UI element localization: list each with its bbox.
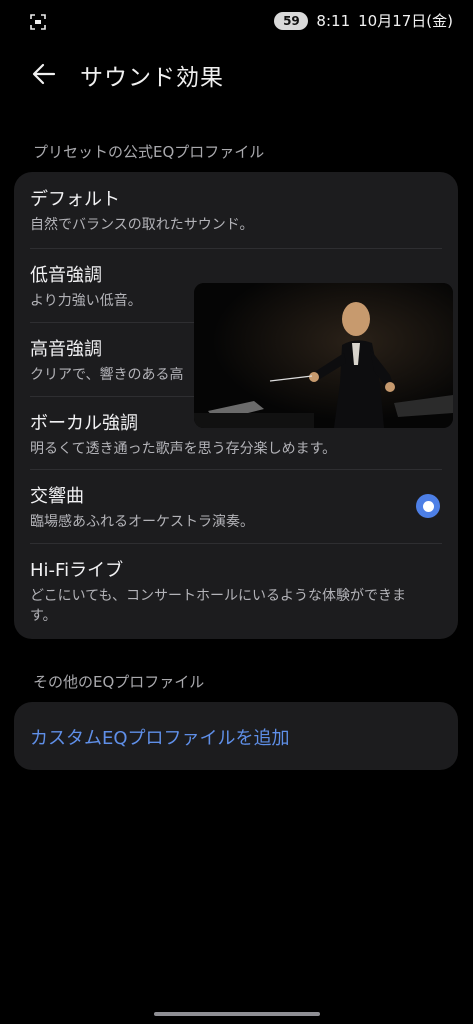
- eq-item-desc: 臨場感あふれるオーケストラ演奏。: [30, 514, 254, 530]
- status-bar: 59 8:11 10月17日(金): [0, 0, 473, 44]
- other-section-label: その他のEQプロファイル: [33, 673, 205, 691]
- eq-item-hifi-live[interactable]: Hi-Fiライブ どこにいても、コンサートホールにいるような体験ができます。: [14, 543, 458, 639]
- screen-record-icon: [30, 14, 46, 30]
- arrow-left-icon: [32, 63, 56, 85]
- home-indicator[interactable]: [154, 1012, 320, 1016]
- eq-item-desc: 明るくて透き通った歌声を思う存分楽しめます。: [30, 441, 337, 457]
- pip-video[interactable]: [194, 283, 453, 428]
- app-header: サウンド効果: [0, 52, 473, 96]
- eq-item-title: デフォルト: [30, 189, 120, 210]
- other-eq-list: カスタムEQプロファイルを追加: [14, 702, 458, 770]
- eq-item-title: Hi-Fiライブ: [30, 560, 124, 581]
- status-date: 10月17日(金): [358, 12, 453, 30]
- preset-section-label: プリセットの公式EQプロファイル: [33, 143, 265, 161]
- status-time: 8:11: [316, 11, 351, 30]
- eq-item-desc: 自然でバランスの取れたサウンド。: [30, 217, 254, 233]
- notification-badge: 59: [274, 11, 309, 30]
- eq-item-desc: どこにいても、コンサートホールにいるような体験ができます。: [30, 588, 407, 624]
- radio-selected-icon[interactable]: [416, 494, 440, 518]
- eq-item-default[interactable]: デフォルト 自然でバランスの取れたサウンド。: [14, 172, 458, 248]
- video-frame-conductor: [194, 283, 453, 428]
- page-title: サウンド効果: [80, 65, 224, 91]
- back-button[interactable]: [28, 58, 60, 90]
- eq-item-title: 交響曲: [30, 486, 84, 507]
- eq-item-symphony[interactable]: 交響曲 臨場感あふれるオーケストラ演奏。: [14, 469, 458, 543]
- add-custom-eq-button[interactable]: カスタムEQプロファイルを追加: [14, 702, 458, 770]
- status-right: 59 8:11 10月17日(金): [274, 10, 453, 31]
